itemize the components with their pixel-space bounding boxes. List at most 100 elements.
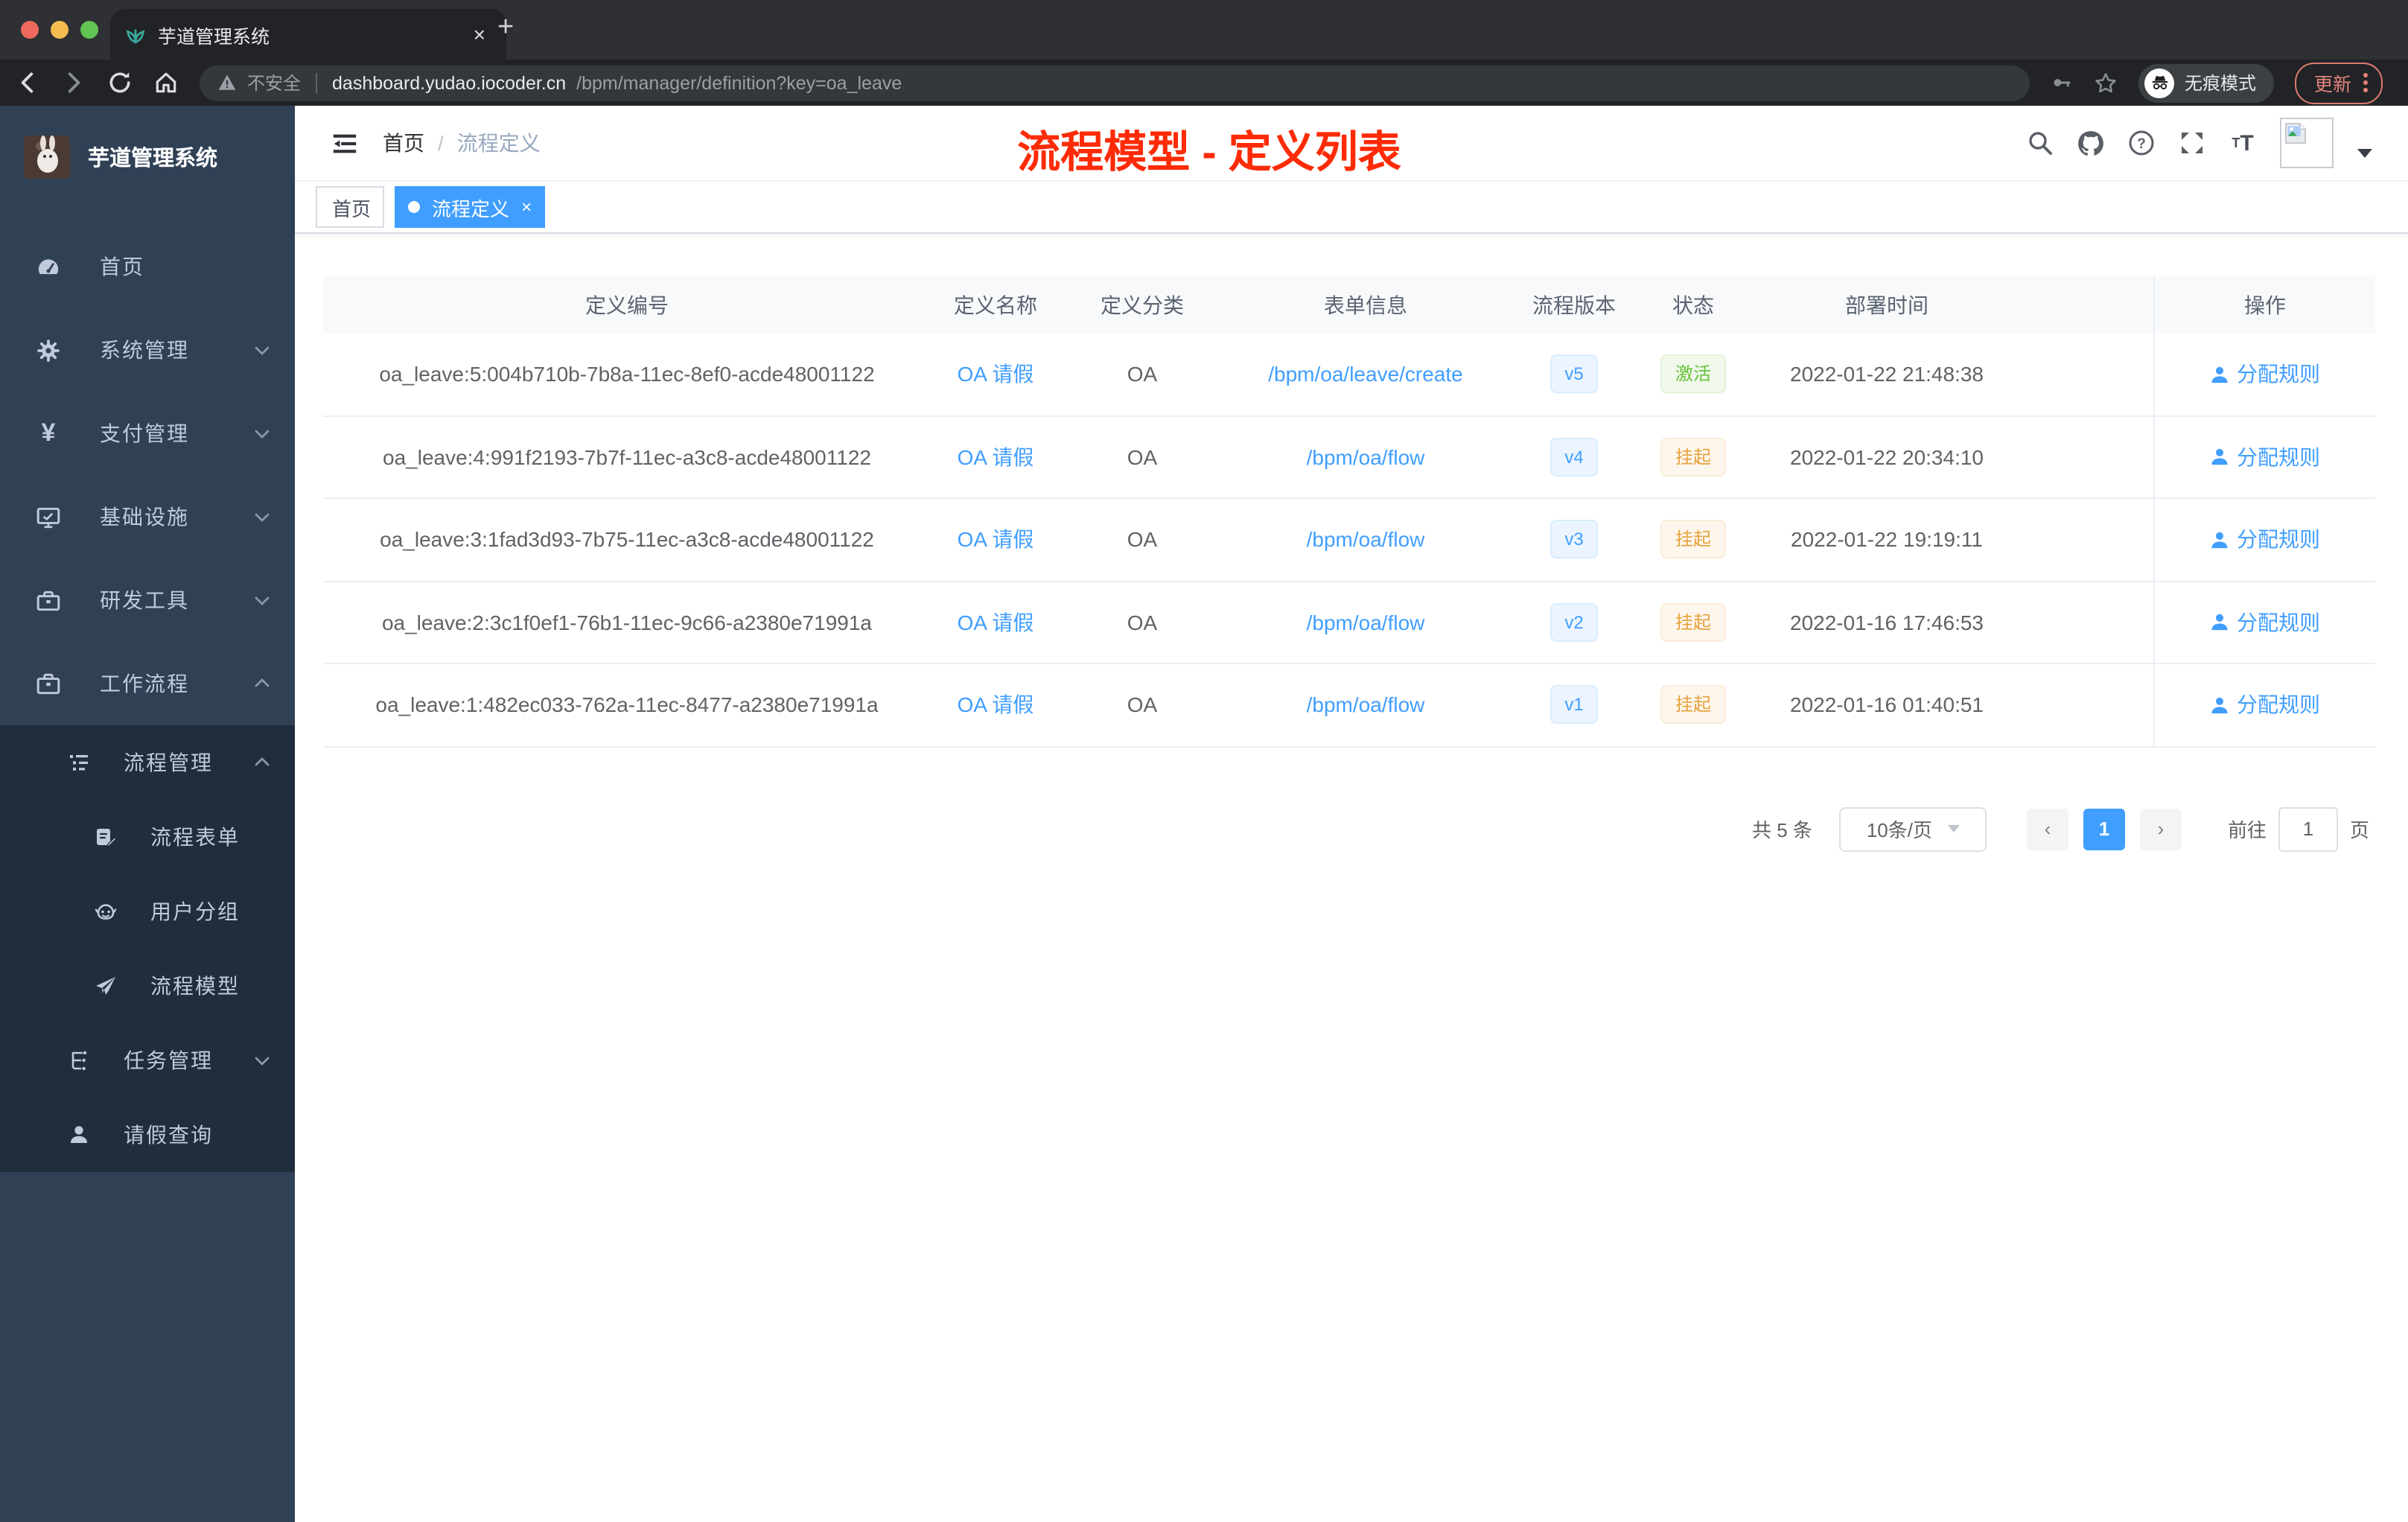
form-info-link[interactable]: /bpm/oa/flow xyxy=(1307,693,1425,717)
tags-view: 首页 流程定义 × xyxy=(295,180,2408,234)
sidebar-menu: 首页 系统管理 ¥ 支付管理 基础设施 研发工具 工作流程 流程管理 流程表单 … xyxy=(0,225,295,1172)
definition-name-link[interactable]: OA 请假 xyxy=(958,445,1034,469)
page-unit-label: 页 xyxy=(2349,819,2369,841)
deploy-time: 2022-01-22 20:34:10 xyxy=(1790,445,1984,469)
tag-process-definition[interactable]: 流程定义 × xyxy=(395,186,546,228)
password-key-icon[interactable] xyxy=(2051,71,2073,94)
svg-text:?: ? xyxy=(2137,136,2146,152)
toolbox-icon xyxy=(36,588,61,613)
sidebar-item-label: 请假查询 xyxy=(124,1123,213,1147)
address-bar[interactable]: 不安全 dashboard.yudao.iocoder.cn/bpm/manag… xyxy=(200,65,2030,101)
chevron-down-icon xyxy=(255,1057,270,1066)
browser-tab[interactable]: 芋道管理系统 × xyxy=(110,9,506,60)
close-window-button[interactable] xyxy=(21,21,39,39)
next-page-button[interactable]: › xyxy=(2139,808,2182,850)
definition-name-link[interactable]: OA 请假 xyxy=(958,693,1034,717)
sidebar-item-process-model[interactable]: 流程模型 xyxy=(0,949,295,1023)
browser-toolbar: 不安全 dashboard.yudao.iocoder.cn/bpm/manag… xyxy=(0,60,2408,106)
home-icon[interactable] xyxy=(153,70,179,95)
version-badge: v1 xyxy=(1549,685,1599,725)
col-process-version: 流程版本 xyxy=(1532,293,1616,316)
active-tag-dot xyxy=(408,201,421,213)
page-size-value: 10条/页 xyxy=(1866,819,1932,841)
sidebar-item-payment[interactable]: ¥ 支付管理 xyxy=(0,392,295,475)
definition-name-link[interactable]: OA 请假 xyxy=(958,611,1034,634)
sidebar-item-leave-query[interactable]: 请假查询 xyxy=(0,1098,295,1172)
top-navbar: 首页 / 流程定义 流程模型 - 定义列表 ? TT xyxy=(295,106,2408,180)
sidebar-item-label: 流程模型 xyxy=(150,974,240,998)
sidebar-item-process-mgmt[interactable]: 流程管理 xyxy=(0,725,295,800)
breadcrumb-current: 流程定义 xyxy=(456,131,541,155)
zoom-window-button[interactable] xyxy=(80,21,98,39)
form-info-link[interactable]: /bpm/oa/leave/create xyxy=(1268,363,1463,386)
chevron-down-icon xyxy=(255,430,270,439)
help-icon[interactable]: ? xyxy=(2128,130,2155,156)
goto-page-input[interactable]: 1 xyxy=(2278,806,2338,851)
security-label[interactable]: 不安全 xyxy=(247,70,301,95)
monitor-icon xyxy=(36,504,61,529)
sidebar-item-infra[interactable]: 基础设施 xyxy=(0,475,295,558)
minimize-window-button[interactable] xyxy=(51,21,69,39)
definition-name-link[interactable]: OA 请假 xyxy=(958,528,1034,552)
chevron-up-icon xyxy=(255,678,270,687)
form-info-link[interactable]: /bpm/oa/flow xyxy=(1307,528,1425,552)
collapse-sidebar-icon[interactable] xyxy=(331,129,359,157)
new-tab-button[interactable]: + xyxy=(497,12,514,45)
user-icon xyxy=(2211,697,2228,713)
sidebar-item-devtools[interactable]: 研发工具 xyxy=(0,558,295,642)
tab-close-icon[interactable]: × xyxy=(468,22,491,46)
avatar[interactable] xyxy=(2280,118,2334,168)
assign-rule-label: 分配规则 xyxy=(2237,527,2320,552)
browser-tab-title: 芋道管理系统 xyxy=(158,26,270,47)
sidebar-item-task-mgmt[interactable]: 任务管理 xyxy=(0,1023,295,1098)
update-label: 更新 xyxy=(2314,74,2352,95)
form-info-link[interactable]: /bpm/oa/flow xyxy=(1307,445,1425,469)
definition-category: OA xyxy=(1127,692,1158,717)
chevron-down-icon xyxy=(255,346,270,355)
search-icon[interactable] xyxy=(2027,130,2054,156)
tag-label: 流程定义 xyxy=(432,197,510,220)
incognito-badge: 无痕模式 xyxy=(2138,63,2275,102)
model-icon xyxy=(92,973,118,999)
sidebar-item-user-group[interactable]: 用户分组 xyxy=(0,874,295,949)
definition-name-link[interactable]: OA 请假 xyxy=(958,363,1034,386)
assign-rule-link[interactable]: 分配规则 xyxy=(2210,442,2320,472)
sidebar-item-process-form[interactable]: 流程表单 xyxy=(0,800,295,874)
bookmark-star-icon[interactable] xyxy=(2094,71,2118,95)
tag-close-icon[interactable]: × xyxy=(521,197,532,217)
user-icon xyxy=(2211,366,2228,383)
assign-rule-link[interactable]: 分配规则 xyxy=(2210,525,2320,555)
table-row: oa_leave:1:482ec033-762a-11ec-8477-a2380… xyxy=(323,664,2375,747)
sidebar-item-home[interactable]: 首页 xyxy=(0,225,295,308)
sidebar-item-system[interactable]: 系统管理 xyxy=(0,308,295,392)
form-icon xyxy=(92,824,118,850)
chevron-down-icon xyxy=(1947,825,1959,832)
tag-home[interactable]: 首页 xyxy=(316,186,385,228)
sidebar-item-workflow[interactable]: 工作流程 xyxy=(0,642,295,725)
window-controls[interactable] xyxy=(0,21,125,39)
font-size-icon[interactable]: TT xyxy=(2229,130,2256,156)
incognito-label: 无痕模式 xyxy=(2185,73,2257,94)
definition-id: oa_leave:2:3c1f0ef1-76b1-11ec-9c66-a2380… xyxy=(381,610,872,634)
assign-rule-label: 分配规则 xyxy=(2237,362,2320,386)
github-icon[interactable] xyxy=(2077,130,2104,156)
avatar-dropdown-caret[interactable] xyxy=(2357,149,2372,158)
definition-category: OA xyxy=(1127,445,1158,469)
back-icon[interactable] xyxy=(15,70,40,95)
update-button[interactable]: 更新 xyxy=(2295,62,2383,104)
forward-icon[interactable] xyxy=(61,70,86,95)
deploy-time: 2022-01-16 17:46:53 xyxy=(1790,610,1984,634)
prev-page-button[interactable]: ‹ xyxy=(2026,808,2068,850)
assign-rule-link[interactable]: 分配规则 xyxy=(2210,608,2320,637)
form-info-link[interactable]: /bpm/oa/flow xyxy=(1307,611,1425,634)
reload-icon[interactable] xyxy=(107,70,133,95)
page-content: 定义编号 定义名称 定义分类 表单信息 流程版本 状态 部署时间 操作 oa_l… xyxy=(295,234,2408,1522)
page-1-button[interactable]: 1 xyxy=(2083,808,2125,850)
page-size-select[interactable]: 10条/页 xyxy=(1838,806,1987,851)
assign-rule-link[interactable]: 分配规则 xyxy=(2210,690,2320,720)
url-path: /bpm/manager/definition?key=oa_leave xyxy=(576,72,902,93)
fullscreen-icon[interactable] xyxy=(2179,130,2205,156)
browser-menu-icon[interactable] xyxy=(2363,73,2369,92)
assign-rule-link[interactable]: 分配规则 xyxy=(2210,360,2320,389)
breadcrumb-home[interactable]: 首页 xyxy=(383,128,424,158)
